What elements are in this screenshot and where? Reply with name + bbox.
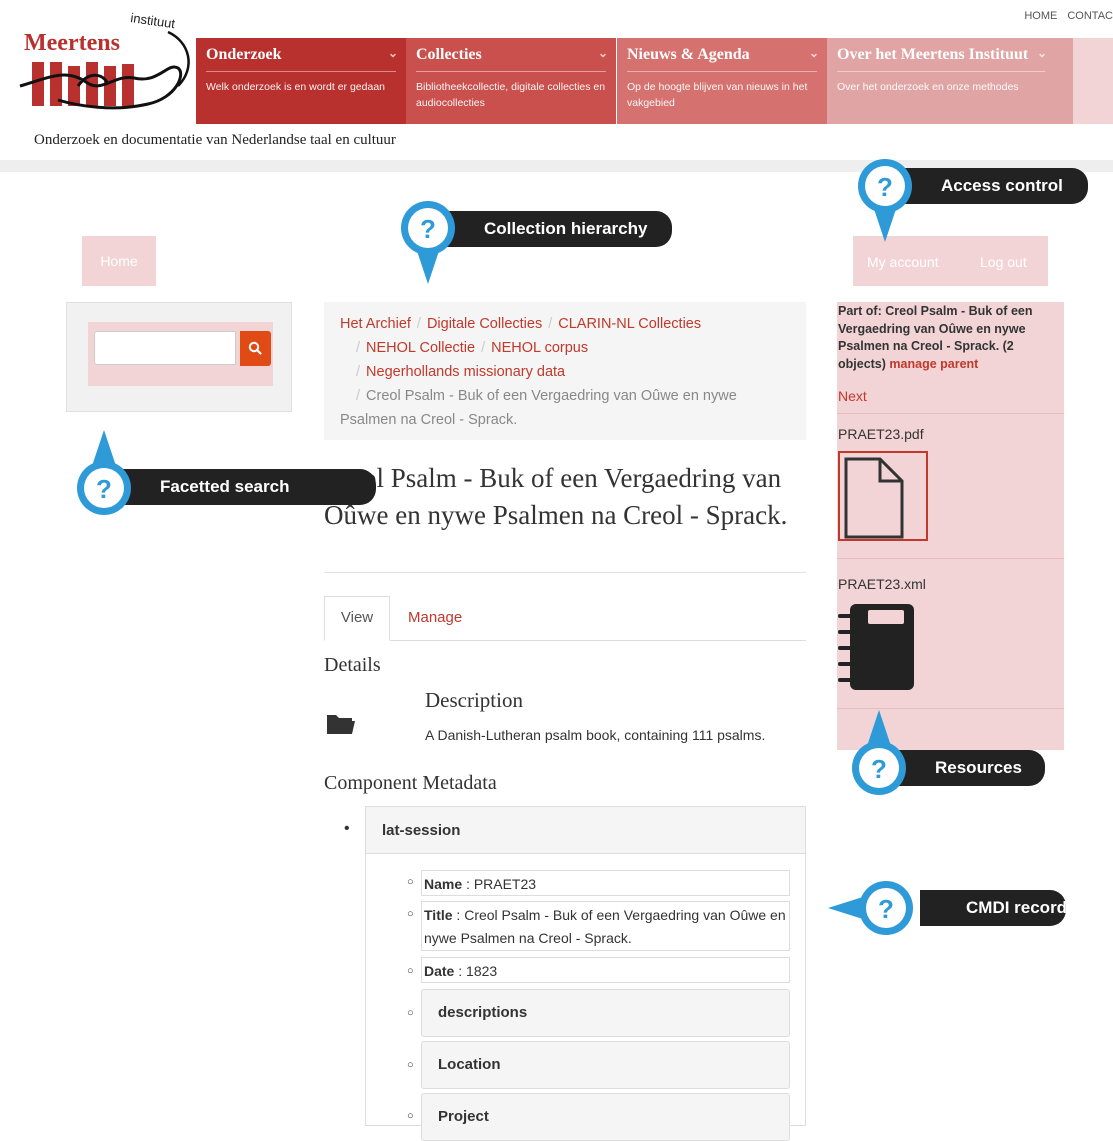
field-label: Date — [424, 963, 455, 979]
nav-tab-title: Nieuws & Agenda — [627, 46, 750, 63]
manage-parent-link[interactable]: manage parent — [889, 357, 978, 371]
folder-icon — [326, 713, 356, 735]
svg-text:?: ? — [877, 172, 893, 202]
nav-tab-desc: Op de hoogte blijven van nieuws in het v… — [627, 81, 808, 109]
sidebar-divider — [837, 413, 1064, 414]
field-date: Date : 1823 — [421, 957, 790, 983]
subsection-location[interactable]: Location — [421, 1041, 790, 1089]
tab-view[interactable]: View — [324, 596, 390, 641]
help-icon: ? — [858, 159, 912, 242]
list-bullet: ○ — [407, 908, 414, 920]
nav-tab-extra — [1073, 38, 1113, 124]
nav-tab-over-meertens[interactable]: Over het Meertens Instituut ⌄ Over het on… — [827, 38, 1073, 124]
part-of-text: Part of: Creol Psalm - Buk of een Vergae… — [838, 303, 1060, 373]
file-icon — [844, 457, 904, 539]
field-value: Creol Psalm - Buk of een Vergaedring van… — [424, 907, 786, 946]
logo-name: Meertens — [24, 30, 120, 56]
search-button[interactable] — [240, 331, 271, 366]
field-value: PRAET23 — [473, 876, 537, 892]
home-button[interactable]: Home — [82, 236, 156, 286]
subsection-project[interactable]: Project — [421, 1093, 790, 1141]
chevron-down-icon: ⌄ — [387, 46, 398, 60]
tab-bar — [324, 596, 806, 641]
breadcrumb-link[interactable]: Negerhollands missionary data — [366, 364, 565, 380]
callout-label: Resources — [889, 750, 1045, 786]
nav-tab-collecties[interactable]: Collecties ⌄ Bibliotheekcollectie, digita… — [406, 38, 616, 124]
log-out-link[interactable]: Log out — [980, 254, 1027, 270]
top-link-contact[interactable]: CONTAC — [1067, 10, 1113, 22]
chevron-down-icon: ⌄ — [597, 46, 608, 60]
nav-tab-desc: Over het onderzoek en onze methodes — [837, 81, 1019, 93]
breadcrumb-link[interactable]: CLARIN-NL Collecties — [558, 316, 701, 332]
nav-tab-title: Onderzoek — [206, 46, 282, 63]
field-label: Name — [424, 876, 463, 892]
list-bullet: ○ — [407, 1110, 414, 1122]
search-icon — [248, 341, 262, 355]
details-heading: Details — [324, 654, 381, 676]
field-value: 1823 — [466, 963, 498, 979]
description-text: A Danish-Lutheran psalm book, containing… — [425, 727, 766, 743]
nav-tab-title: Over het Meertens Instituut — [837, 46, 1029, 63]
page-title: Creol Psalm - Buk of een Vergaedring van… — [324, 463, 788, 530]
meertens-logo[interactable]: Meertens instituut — [18, 8, 198, 126]
sidebar-divider — [837, 558, 1064, 559]
breadcrumb-link[interactable]: NEHOL Collectie — [366, 340, 475, 356]
subsection-label: Location — [438, 1056, 501, 1073]
list-bullet: ○ — [407, 1059, 414, 1071]
description-heading: Description — [425, 688, 523, 712]
breadcrumb-current: Creol Psalm - Buk of een Vergaedring van… — [340, 388, 737, 428]
field-name: Name : PRAET23 — [421, 870, 790, 896]
list-bullet: ○ — [407, 876, 414, 888]
chevron-down-icon: ⌄ — [1036, 46, 1047, 60]
pdf-resource-thumbnail[interactable] — [838, 451, 928, 541]
help-icon: ? — [828, 881, 913, 935]
help-icon: ? — [852, 710, 906, 795]
field-title: Title : Creol Psalm - Buk of een Vergaed… — [421, 901, 790, 951]
svg-text:?: ? — [871, 754, 887, 784]
nav-tab-title: Collecties — [416, 46, 482, 63]
chevron-down-icon: ⌄ — [808, 46, 819, 60]
site-tagline: Onderzoek en documentatie van Nederlands… — [34, 132, 396, 148]
svg-text:?: ? — [420, 214, 436, 244]
next-link[interactable]: Next — [838, 388, 867, 404]
lat-session-label: lat-session — [382, 822, 461, 839]
breadcrumb-link[interactable]: Digitale Collecties — [427, 316, 542, 332]
nav-tab-desc: Bibliotheekcollectie, digitale collectie… — [416, 81, 606, 109]
my-account-link[interactable]: My account — [867, 254, 939, 270]
callout-label: Collection hierarchy — [438, 211, 672, 247]
list-bullet: ○ — [407, 965, 414, 977]
subsection-label: Project — [438, 1108, 489, 1125]
search-input[interactable] — [94, 331, 236, 365]
callout-label: Access control — [895, 168, 1088, 204]
callout-label: CMDI record — [920, 890, 1067, 926]
field-label: Title — [424, 907, 453, 923]
nav-tab-nieuws-agenda[interactable]: Nieuws & Agenda ⌄ Op de hoogte blijven va… — [617, 38, 827, 124]
help-icon: ? — [401, 201, 455, 284]
callout-label: Facetted search — [114, 469, 376, 505]
nav-tab-onderzoek[interactable]: Onderzoek ⌄ Welk onderzoek is en wordt er… — [196, 38, 406, 124]
top-links: HOME CONTAC — [1014, 10, 1113, 22]
list-bullet: ○ — [407, 1007, 414, 1019]
subsection-descriptions[interactable]: descriptions — [421, 989, 790, 1037]
component-metadata-heading: Component Metadata — [324, 772, 497, 794]
tab-manage[interactable]: Manage — [408, 596, 462, 640]
nav-tab-desc: Welk onderzoek is en wordt er gedaan — [206, 81, 385, 93]
breadcrumb-link[interactable]: NEHOL corpus — [491, 340, 588, 356]
title-divider — [324, 572, 806, 573]
resource-filename[interactable]: PRAET23.xml — [838, 576, 926, 592]
help-icon: ? — [77, 430, 131, 515]
top-link-home[interactable]: HOME — [1024, 10, 1057, 22]
subsection-label: descriptions — [438, 1004, 528, 1021]
logo-sub: instituut — [130, 10, 177, 31]
list-bullet: • — [344, 820, 350, 837]
notebook-icon[interactable] — [836, 602, 916, 692]
resource-filename[interactable]: PRAET23.pdf — [838, 426, 924, 442]
svg-text:?: ? — [878, 894, 894, 924]
svg-text:?: ? — [96, 474, 112, 504]
breadcrumb-link[interactable]: Het Archief — [340, 316, 411, 332]
breadcrumb: Het Archief / Digitale Collecties / CLARIN-N… — [324, 302, 806, 440]
